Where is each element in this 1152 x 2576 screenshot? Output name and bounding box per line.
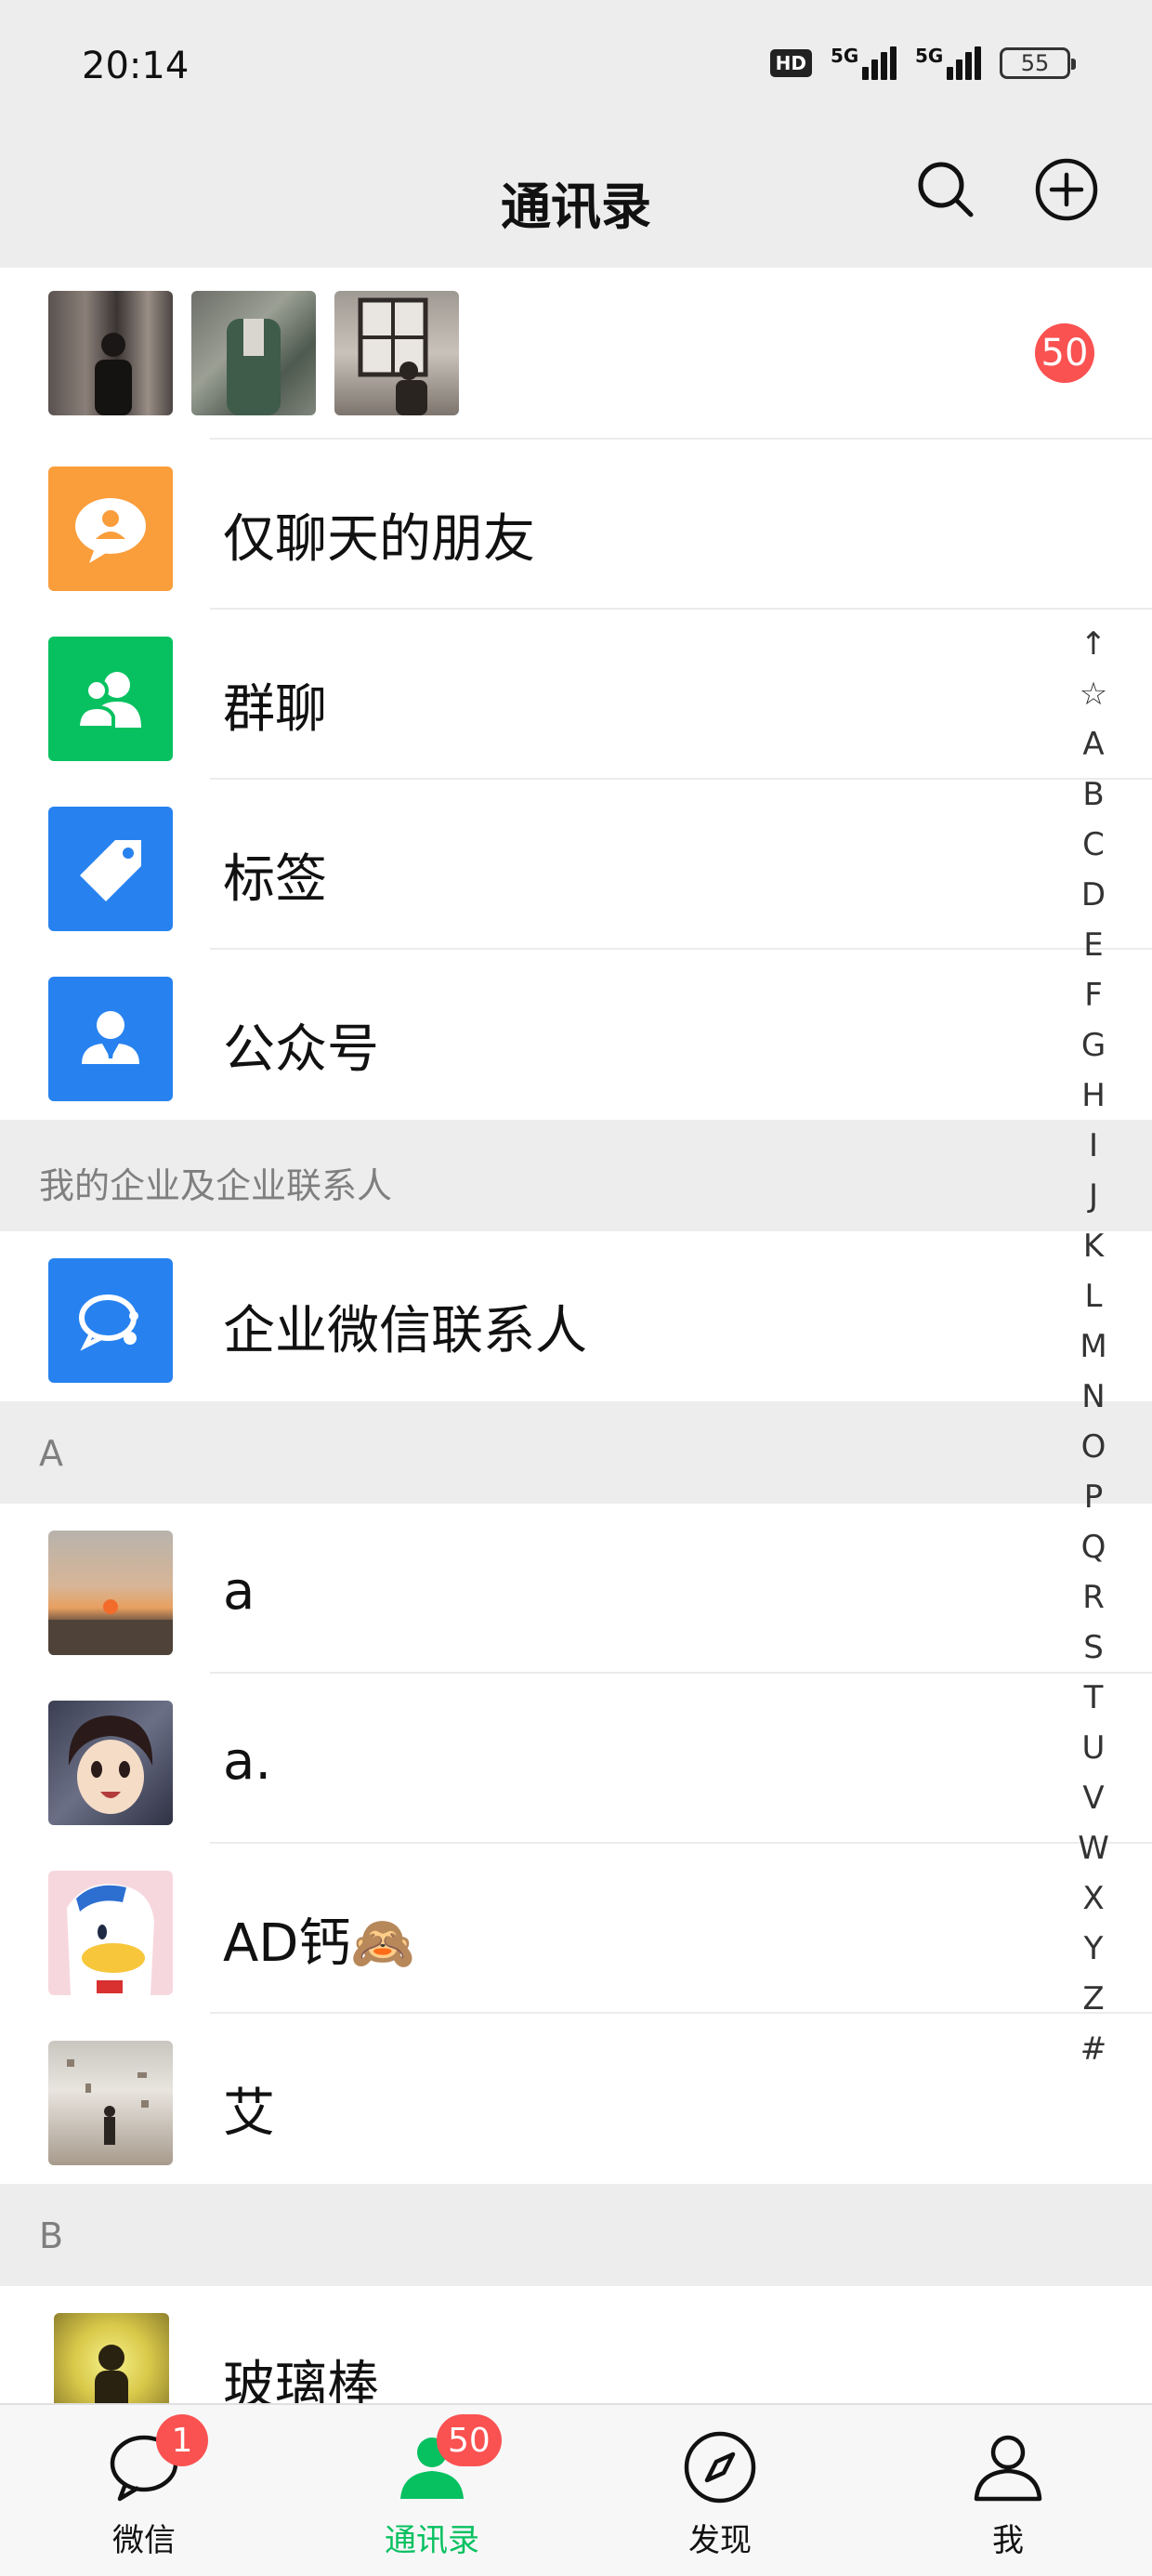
index-letter[interactable]: C xyxy=(1070,820,1117,870)
enterprise-label: 企业微信联系人 xyxy=(223,1301,587,1361)
contact-name: 艾 xyxy=(223,2083,275,2144)
menu-official-accounts[interactable]: 公众号 xyxy=(0,950,1152,1120)
contact-name: a. xyxy=(223,1731,272,1792)
menu-label: 群聊 xyxy=(223,679,327,740)
menu-group-chat[interactable]: 群聊 xyxy=(0,610,1152,780)
index-letter[interactable]: Z xyxy=(1070,1974,1117,2024)
index-letter[interactable]: G xyxy=(1070,1020,1117,1071)
contact-name: AD钙🙈 xyxy=(223,1913,416,1974)
alphabet-index-bar[interactable]: ↑ ☆ A B C D E F G H I J K L M N O P Q R S T U V W X Y Z # xyxy=(1070,619,1117,2074)
section-header-b: B xyxy=(0,2184,1152,2286)
index-letter[interactable]: D xyxy=(1070,870,1117,920)
index-letter[interactable]: A xyxy=(1070,719,1117,769)
index-letter[interactable]: O xyxy=(1070,1422,1117,1472)
battery-icon: 55 xyxy=(1000,47,1076,79)
index-letter[interactable]: Y xyxy=(1070,1924,1117,1974)
section-header-a: A xyxy=(0,1401,1152,1504)
battery-level: 55 xyxy=(1020,50,1050,76)
index-letter[interactable]: F xyxy=(1070,970,1117,1020)
avatar-photo-1 xyxy=(48,291,173,415)
section-header-enterprise: 我的企业及企业联系人 xyxy=(0,1120,1152,1231)
index-letter[interactable]: R xyxy=(1070,1572,1117,1623)
official-account-icon xyxy=(48,977,173,1101)
tab-label: 发现 xyxy=(688,2522,752,2559)
menu-label: 标签 xyxy=(223,849,327,910)
contact-avatar xyxy=(48,2041,173,2165)
index-letter[interactable]: W xyxy=(1070,1823,1117,1873)
person-icon xyxy=(966,2425,1050,2509)
enterprise-contacts-row[interactable]: 企业微信联系人 xyxy=(0,1231,1152,1401)
tab-chats[interactable]: 1 微信 xyxy=(0,2405,288,2576)
chat-only-friend-icon xyxy=(48,467,173,591)
network-type-1: 5G xyxy=(831,45,859,67)
tab-me[interactable]: 我 xyxy=(864,2405,1152,2576)
tab-badge: 50 xyxy=(437,2414,502,2466)
group-chat-icon xyxy=(48,637,173,761)
section-header-label: 我的企业及企业联系人 xyxy=(39,1165,393,1206)
avatar-photo-2 xyxy=(191,291,316,415)
menu-chat-only-friends[interactable]: 仅聊天的朋友 xyxy=(0,440,1152,610)
compass-icon xyxy=(678,2425,762,2509)
network-type-2: 5G xyxy=(915,45,944,67)
index-letter[interactable]: ☆ xyxy=(1070,669,1117,719)
tab-label: 我 xyxy=(992,2522,1024,2559)
index-letter[interactable]: Q xyxy=(1070,1522,1117,1572)
tab-badge: 1 xyxy=(156,2414,208,2466)
index-letter[interactable]: K xyxy=(1070,1221,1117,1271)
signal-icon-1: 5G xyxy=(831,45,897,80)
index-letter[interactable]: I xyxy=(1070,1121,1117,1171)
index-letter[interactable]: P xyxy=(1070,1472,1117,1522)
contact-avatar xyxy=(48,1531,173,1655)
tab-contacts[interactable]: 50 通讯录 xyxy=(288,2405,576,2576)
tab-discover[interactable]: 发现 xyxy=(576,2405,864,2576)
menu-label: 公众号 xyxy=(223,1019,379,1080)
index-letter[interactable]: L xyxy=(1070,1271,1117,1321)
index-letter[interactable]: # xyxy=(1070,2024,1117,2074)
index-letter[interactable]: T xyxy=(1070,1673,1117,1723)
index-letter[interactable]: X xyxy=(1070,1873,1117,1924)
tag-icon xyxy=(48,807,173,931)
contact-row[interactable]: a xyxy=(0,1504,1152,1674)
section-letter: B xyxy=(39,2215,64,2256)
status-icons: HD 5G 5G 55 xyxy=(769,45,1076,80)
tab-label: 通讯录 xyxy=(385,2522,479,2559)
tab-label: 微信 xyxy=(112,2522,176,2559)
hd-badge: HD xyxy=(769,49,812,77)
index-letter[interactable]: V xyxy=(1070,1773,1117,1823)
status-time: 20:14 xyxy=(82,45,190,87)
signal-icon-2: 5G xyxy=(915,45,981,80)
status-bar: 20:14 HD 5G 5G 55 xyxy=(0,0,1152,130)
index-letter[interactable]: ↑ xyxy=(1070,619,1117,669)
contacts-icon: 50 xyxy=(390,2414,502,2509)
index-letter[interactable]: H xyxy=(1070,1071,1117,1121)
new-friends-row[interactable]: 50 xyxy=(0,268,1152,440)
plus-circle-icon[interactable] xyxy=(1029,152,1104,227)
bottom-tab-bar: 1 微信 50 通讯录 发现 我 xyxy=(0,2403,1152,2576)
index-letter[interactable]: N xyxy=(1070,1372,1117,1422)
contact-row[interactable]: AD钙🙈 xyxy=(0,1844,1152,2014)
wecom-icon xyxy=(48,1258,173,1383)
contact-name: a xyxy=(223,1561,255,1622)
chat-bubble-icon: 1 xyxy=(102,2414,208,2509)
index-letter[interactable]: E xyxy=(1070,920,1117,970)
contact-row[interactable]: a. xyxy=(0,1674,1152,1844)
index-letter[interactable]: M xyxy=(1070,1321,1117,1372)
avatar-photo-3 xyxy=(334,291,459,415)
section-letter: A xyxy=(39,1433,63,1474)
contact-avatar xyxy=(48,1871,173,1995)
index-letter[interactable]: U xyxy=(1070,1723,1117,1773)
index-letter[interactable]: J xyxy=(1070,1171,1117,1221)
contact-avatar xyxy=(48,1701,173,1825)
menu-tags[interactable]: 标签 xyxy=(0,780,1152,950)
index-letter[interactable]: S xyxy=(1070,1623,1117,1673)
title-bar: 通讯录 xyxy=(0,130,1152,268)
search-icon[interactable] xyxy=(909,152,983,227)
new-friends-badge: 50 xyxy=(1035,323,1094,383)
menu-label: 仅聊天的朋友 xyxy=(223,509,535,570)
contact-row[interactable]: 艾 xyxy=(0,2014,1152,2184)
contacts-list: 50 仅聊天的朋友 群聊 标签 公众号 我的企业及企业联系人 企业微信联系人 A… xyxy=(0,268,1152,2456)
index-letter[interactable]: B xyxy=(1070,769,1117,820)
